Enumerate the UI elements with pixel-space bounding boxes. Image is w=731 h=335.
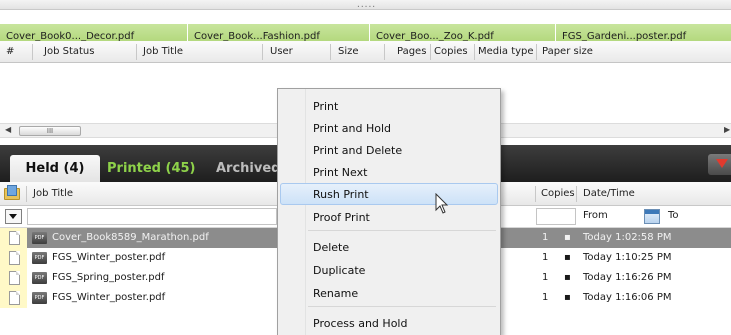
mouse-pointer-icon: [435, 193, 449, 214]
column-number[interactable]: #: [6, 46, 14, 57]
menu-item-process-and-hold[interactable]: Process and Hold: [280, 312, 498, 334]
menu-separator: [308, 306, 496, 307]
copies: 1: [542, 252, 549, 263]
chevron-down-icon: [9, 214, 17, 219]
copies: 1: [542, 232, 549, 243]
copies-filter-input[interactable]: [536, 208, 576, 225]
pdf-icon: PDF: [32, 292, 47, 304]
context-menu: Print Print and Hold Print and Delete Pr…: [277, 88, 501, 335]
scroll-right-icon[interactable]: ▶: [724, 125, 730, 134]
pane-splitter[interactable]: .....: [0, 0, 731, 10]
job-title: FGS_Winter_poster.pdf: [52, 292, 166, 303]
filter-dropdown[interactable]: [5, 209, 22, 224]
status-dot: ▪: [564, 272, 571, 283]
status-dot: ▪: [564, 252, 571, 263]
pdf-icon: PDF: [32, 272, 47, 284]
scrollbar-grip: III: [46, 127, 54, 135]
menu-item-delete[interactable]: Delete: [280, 236, 498, 258]
pdf-icon: PDF: [32, 252, 47, 264]
scrollbar-thumb[interactable]: III: [19, 126, 81, 136]
status-dot: ▪: [564, 232, 571, 243]
date-time: Today 1:16:26 PM: [583, 272, 672, 283]
menu-item-rename[interactable]: Rename: [280, 282, 498, 304]
column-job-title[interactable]: Job Title: [33, 188, 73, 199]
filter-button[interactable]: [708, 154, 731, 175]
document-icon: [9, 271, 20, 285]
menu-item-proof-print[interactable]: Proof Print: [280, 206, 498, 228]
scroll-left-icon[interactable]: ◀: [5, 125, 11, 134]
job-title: Cover_Book8589_Marathon.pdf: [52, 232, 209, 243]
column-media-type[interactable]: Media type: [478, 46, 534, 57]
column-size[interactable]: Size: [338, 46, 359, 57]
tab-printed[interactable]: Printed (45): [107, 155, 196, 182]
document-icon: [9, 291, 20, 305]
splitter-grip[interactable]: .....: [356, 0, 376, 9]
tab-held[interactable]: Held (4): [10, 155, 100, 182]
menu-item-rush-print[interactable]: Rush Print: [280, 183, 498, 205]
file-tab-strip: Cover_Book0..._Decor.pdf Cover_Book...Fa…: [0, 10, 731, 51]
calendar-icon[interactable]: [644, 209, 660, 224]
job-title: FGS_Winter_poster.pdf: [52, 252, 166, 263]
funnel-icon: [716, 159, 728, 168]
date-time: Today 1:16:06 PM: [583, 292, 672, 303]
pdf-icon: PDF: [32, 232, 47, 244]
menu-item-print[interactable]: Print: [280, 95, 498, 117]
column-job-title[interactable]: Job Title: [143, 46, 183, 57]
to-label: To: [668, 210, 679, 221]
copies: 1: [542, 272, 549, 283]
column-job-status[interactable]: Job Status: [44, 46, 94, 57]
menu-item-print-and-delete[interactable]: Print and Delete: [280, 139, 498, 161]
menu-item-print-next[interactable]: Print Next: [280, 161, 498, 183]
column-user[interactable]: User: [270, 46, 293, 57]
column-paper-size[interactable]: Paper size: [542, 46, 593, 57]
from-label: From: [583, 210, 608, 221]
document-icon: [9, 231, 20, 245]
menu-item-duplicate[interactable]: Duplicate: [280, 259, 498, 281]
job-title: FGS_Spring_poster.pdf: [52, 272, 165, 283]
column-date-time[interactable]: Date/Time: [583, 188, 635, 199]
title-filter-input[interactable]: [27, 208, 277, 225]
copies: 1: [542, 292, 549, 303]
document-icon: [9, 251, 20, 265]
column-copies[interactable]: Copies: [541, 188, 575, 199]
tab-archived[interactable]: Archived: [216, 155, 281, 182]
status-dot: ▪: [564, 292, 571, 303]
folder-icon[interactable]: [3, 185, 21, 201]
date-time: Today 1:10:25 PM: [583, 252, 672, 263]
date-time: Today 1:02:58 PM: [583, 232, 672, 243]
menu-item-print-and-hold[interactable]: Print and Hold: [280, 117, 498, 139]
job-list-header: # Job Status Job Title User Size Pages C…: [0, 41, 731, 63]
column-pages[interactable]: Pages: [397, 46, 426, 57]
column-copies[interactable]: Copies: [434, 46, 468, 57]
menu-separator: [308, 230, 496, 231]
